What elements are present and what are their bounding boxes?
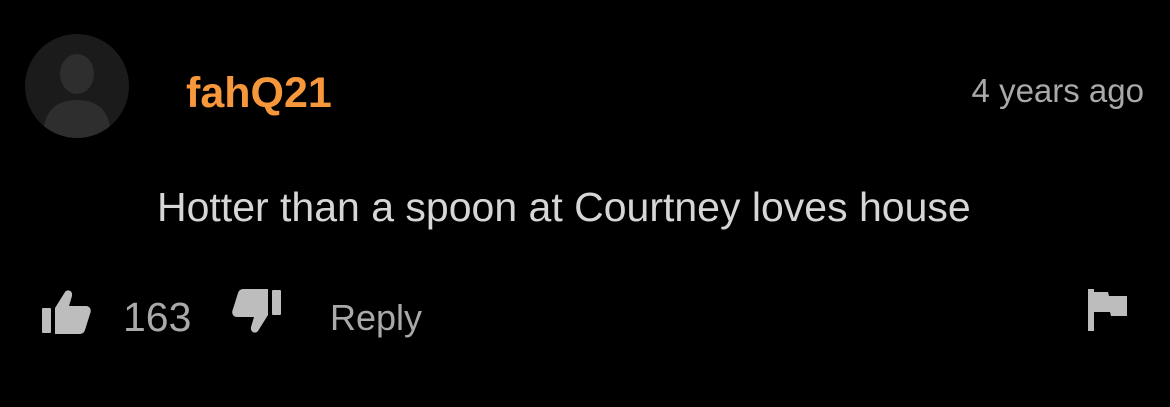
comment-card: fahQ21 4 years ago Hotter than a spoon a… <box>0 0 1170 407</box>
avatar[interactable] <box>25 34 129 138</box>
flag-icon <box>1088 289 1127 331</box>
reply-button[interactable]: Reply <box>330 298 422 338</box>
thumbs-up-icon <box>42 290 91 334</box>
like-count: 163 <box>123 294 192 340</box>
thumbs-down-icon <box>232 289 281 333</box>
username[interactable]: fahQ21 <box>186 69 332 117</box>
comment-text: Hotter than a spoon at Courtney loves ho… <box>157 184 971 230</box>
default-user-silhouette-icon <box>43 54 111 138</box>
timestamp: 4 years ago <box>971 72 1144 109</box>
dislike-button[interactable] <box>231 288 281 334</box>
flag-button[interactable] <box>1088 289 1128 331</box>
like-button[interactable] <box>42 289 92 335</box>
